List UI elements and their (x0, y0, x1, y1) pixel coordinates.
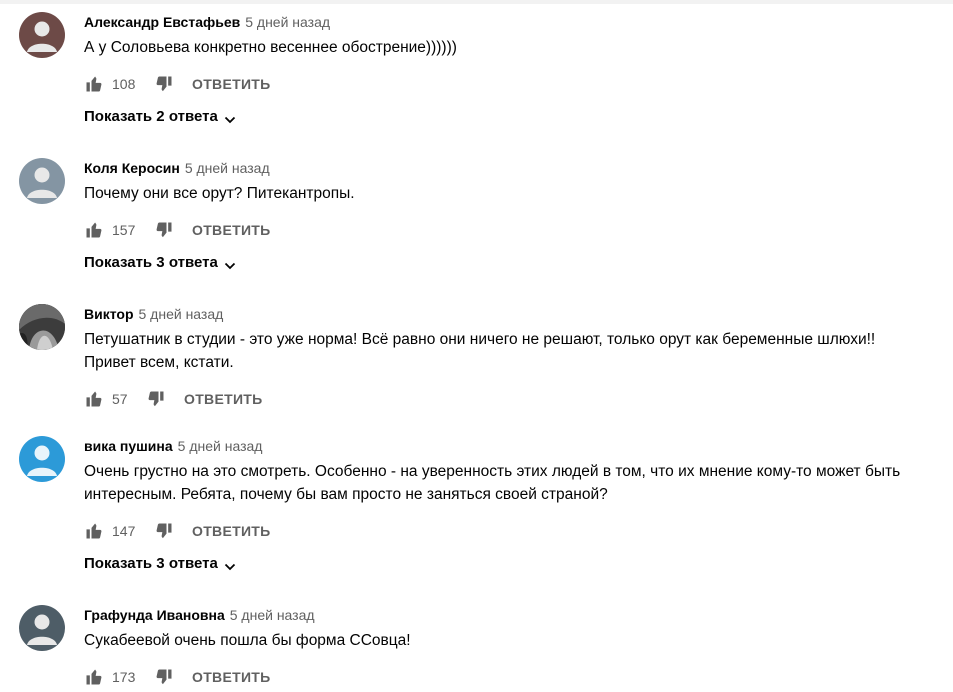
avatar-person-icon (27, 445, 57, 476)
comment-thread: Виктор 5 дней назад Петушатник в студии -… (0, 304, 953, 414)
avatar-photo (19, 304, 65, 350)
comment-time[interactable]: 5 дней назад (245, 14, 330, 30)
like-count: 147 (112, 523, 136, 539)
author-name[interactable]: Коля Керосин (84, 160, 180, 176)
comment-time[interactable]: 5 дней назад (230, 607, 315, 623)
comment-actions: 108 ОТВЕТИТЬ (84, 72, 271, 96)
comment-thread: Коля Керосин 5 дней назад Почему они все … (0, 158, 953, 288)
avatar-person-icon (27, 167, 57, 198)
comment-line: Привет всем, кстати. (84, 354, 234, 371)
thumbs-up-icon[interactable] (84, 74, 104, 94)
like-count: 173 (112, 669, 136, 685)
comment-text: Сукабеевой очень пошла бы форма ССовца! (84, 629, 953, 652)
comment-header: вика пушина 5 дней назад (84, 436, 262, 456)
reply-button[interactable]: ОТВЕТИТЬ (192, 523, 271, 539)
comment-thread: вика пушина 5 дней назад Очень грустно на… (0, 436, 953, 586)
author-name[interactable]: Александр Евстафьев (84, 14, 240, 30)
chevron-down-icon (224, 257, 236, 270)
show-replies-label: Показать 3 ответа (84, 254, 218, 271)
comment-line: Почему они все орут? Питекантропы. (84, 185, 355, 202)
avatar[interactable] (19, 12, 65, 58)
comment-line: Очень грустно на это смотреть. Особенно … (84, 463, 901, 480)
comment-line: Петушатник в студии - это уже норма! Всё… (84, 331, 876, 348)
like-count: 157 (112, 222, 136, 238)
thumbs-down-icon[interactable] (154, 667, 174, 687)
comment-actions: 157 ОТВЕТИТЬ (84, 218, 271, 242)
comment-line: Сукабеевой очень пошла бы форма ССовца! (84, 632, 411, 649)
comment-thread: Александр Евстафьев 5 дней назад А у Соло… (0, 12, 953, 142)
show-replies-button[interactable]: Показать 3 ответа (84, 553, 236, 575)
chevron-down-icon (224, 111, 236, 124)
thumbs-up-icon[interactable] (84, 521, 104, 541)
avatar-person-icon (27, 614, 57, 645)
thumbs-down-icon[interactable] (154, 74, 174, 94)
reply-button[interactable]: ОТВЕТИТЬ (184, 391, 263, 407)
comment-actions: 147 ОТВЕТИТЬ (84, 519, 271, 543)
comment-line: интересным. Ребята, почему бы вам просто… (84, 486, 608, 503)
comment-text: А у Соловьева конкретно весеннее обостре… (84, 36, 953, 59)
thumbs-up-icon[interactable] (84, 389, 104, 409)
show-replies-label: Показать 3 ответа (84, 555, 218, 572)
thumbs-up-icon[interactable] (84, 667, 104, 687)
comment-text: Петушатник в студии - это уже норма! Всё… (84, 328, 953, 374)
avatar[interactable] (19, 436, 65, 482)
like-count: 108 (112, 76, 136, 92)
comment-header: Виктор 5 дней назад (84, 304, 223, 324)
comment-header: Коля Керосин 5 дней назад (84, 158, 270, 178)
reply-button[interactable]: ОТВЕТИТЬ (192, 76, 271, 92)
like-count: 57 (112, 391, 128, 407)
comment-actions: 57 ОТВЕТИТЬ (84, 387, 263, 411)
comment-actions: 173 ОТВЕТИТЬ (84, 665, 271, 689)
comment-time[interactable]: 5 дней назад (139, 306, 224, 322)
author-name[interactable]: вика пушина (84, 438, 173, 454)
thumbs-down-icon[interactable] (146, 389, 166, 409)
author-name[interactable]: Графунда Ивановна (84, 607, 225, 623)
reply-button[interactable]: ОТВЕТИТЬ (192, 669, 271, 685)
comment-thread: Графунда Ивановна 5 дней назад Сукабеевой… (0, 605, 953, 685)
comment-text: Очень грустно на это смотреть. Особенно … (84, 460, 953, 506)
chevron-down-icon (224, 558, 236, 571)
avatar[interactable] (19, 304, 65, 350)
comment-time[interactable]: 5 дней назад (178, 438, 263, 454)
comment-text: Почему они все орут? Питекантропы. (84, 182, 953, 205)
show-replies-button[interactable]: Показать 2 ответа (84, 106, 236, 128)
author-name[interactable]: Виктор (84, 306, 134, 322)
reply-button[interactable]: ОТВЕТИТЬ (192, 222, 271, 238)
avatar[interactable] (19, 158, 65, 204)
avatar[interactable] (19, 605, 65, 651)
comment-line: А у Соловьева конкретно весеннее обостре… (84, 39, 457, 56)
show-replies-button[interactable]: Показать 3 ответа (84, 252, 236, 274)
comment-header: Александр Евстафьев 5 дней назад (84, 12, 330, 32)
show-replies-label: Показать 2 ответа (84, 108, 218, 125)
thumbs-down-icon[interactable] (154, 521, 174, 541)
comment-time[interactable]: 5 дней назад (185, 160, 270, 176)
thumbs-up-icon[interactable] (84, 220, 104, 240)
comment-header: Графунда Ивановна 5 дней назад (84, 605, 315, 625)
top-divider (0, 0, 953, 4)
thumbs-down-icon[interactable] (154, 220, 174, 240)
avatar-person-icon (27, 21, 57, 52)
